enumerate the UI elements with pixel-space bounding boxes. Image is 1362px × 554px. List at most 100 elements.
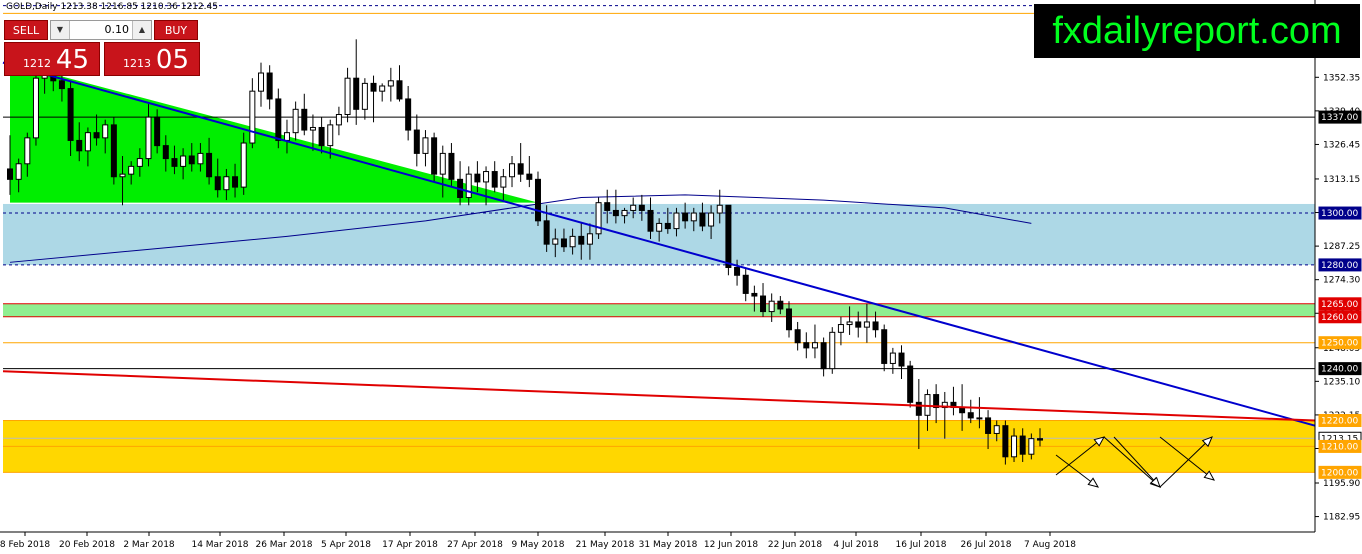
candle <box>760 283 767 317</box>
candle <box>889 347 896 374</box>
x-tick-label: 12 Jun 2018 <box>704 540 758 550</box>
candle <box>370 75 377 123</box>
candle-body-up <box>102 124 109 139</box>
candle-body-down <box>578 235 585 245</box>
candle <box>431 132 438 182</box>
candle-body-up <box>439 152 446 175</box>
x-tick-label: 21 May 2018 <box>576 540 635 550</box>
candle-body-up <box>292 108 299 134</box>
candle-body-down <box>760 295 767 313</box>
x-tick-label: 9 May 2018 <box>512 540 565 550</box>
candle-body-down <box>1019 435 1026 455</box>
candle-body-down <box>794 329 801 344</box>
x-tick-label: 2 Mar 2018 <box>123 540 175 550</box>
candle-body-up <box>656 222 663 232</box>
candle-body-down <box>162 145 169 160</box>
candle-body-down <box>1037 438 1043 441</box>
candle-body-down <box>777 300 784 310</box>
triangle-up-icon[interactable]: ▲ <box>132 21 151 39</box>
ask-price-prefix: 1213 <box>123 57 151 70</box>
candle <box>405 85 412 141</box>
price-tag-label: 1220.00 <box>1321 416 1358 426</box>
candle <box>353 39 360 125</box>
candle-body-down <box>266 72 273 100</box>
candle-body-down <box>881 329 888 364</box>
candle-body-down <box>318 126 325 147</box>
lot-size-field[interactable]: ▼ 0.10 ▲ <box>50 20 152 40</box>
price-tag-label: 1300.00 <box>1321 209 1358 219</box>
price-tag-label: 1337.00 <box>1321 113 1358 123</box>
candle-body-down <box>76 139 83 152</box>
candle-body-down <box>872 321 879 331</box>
candle-body-up <box>595 202 602 235</box>
candle-body-down <box>275 98 282 141</box>
candle-body-down <box>638 204 645 211</box>
x-tick-label: 26 Mar 2018 <box>255 540 312 550</box>
candle-body-down <box>214 176 221 191</box>
lot-size-value[interactable]: 0.10 <box>105 21 130 39</box>
candle-body-down <box>491 171 498 188</box>
candle-body-up <box>379 85 386 92</box>
candle-body-up <box>136 158 143 167</box>
triangle-down-icon[interactable]: ▼ <box>51 21 70 39</box>
bid-price-pips: 45 <box>55 45 89 75</box>
candle <box>950 386 957 416</box>
arrow-head-icon <box>1087 477 1100 488</box>
candle <box>509 155 516 188</box>
candle-body-down <box>206 152 213 178</box>
candle-body-down <box>560 238 567 248</box>
candle <box>258 62 265 107</box>
candle-body-down <box>232 176 239 188</box>
candle-body-up <box>465 173 472 198</box>
candle-body-up <box>569 235 576 248</box>
candle-body-down <box>448 152 455 180</box>
candle-body-down <box>907 365 914 403</box>
candle-body-up <box>32 77 39 139</box>
x-tick-label: 26 Jul 2018 <box>961 540 1012 550</box>
candle-body-up <box>630 204 637 211</box>
candle-body-down <box>474 173 481 183</box>
candle <box>422 130 429 167</box>
candle-body-down <box>58 80 65 90</box>
price-tag-label: 1240.00 <box>1321 365 1358 375</box>
candle-body-down <box>742 274 749 294</box>
candle-body-down <box>985 417 992 434</box>
candle-body-up <box>829 331 836 370</box>
candle-body-up <box>621 209 628 217</box>
candle-body-up <box>1011 435 1018 458</box>
candle <box>361 78 368 120</box>
buy-button[interactable]: BUY <box>154 20 198 40</box>
candle <box>526 155 533 188</box>
candle-body-up <box>335 114 342 126</box>
x-tick-label: 27 Apr 2018 <box>447 540 503 550</box>
y-tick-label: 1326.45 <box>1323 140 1360 150</box>
ask-price-button[interactable]: 1213 05 <box>104 42 200 76</box>
candle-body-up <box>673 212 680 230</box>
candle-body-down <box>396 80 403 100</box>
candle-body-up <box>361 82 368 110</box>
candle-body-up <box>976 417 983 420</box>
candle-body-up <box>197 152 204 165</box>
candle-body-up <box>223 176 230 191</box>
candle <box>344 67 351 123</box>
candle <box>379 83 386 102</box>
candle-body-up <box>84 132 91 152</box>
candle-body-up <box>258 72 265 92</box>
candle-body-up <box>716 204 723 214</box>
sell-button[interactable]: SELL <box>4 20 48 40</box>
y-tick-label: 1182.95 <box>1323 513 1360 523</box>
candle <box>335 106 342 136</box>
candle-body-up <box>309 126 316 131</box>
price-tag-label: 1280.00 <box>1321 261 1358 271</box>
candle-body-down <box>517 163 524 175</box>
candle-body-down <box>699 212 706 227</box>
candle-body-down <box>370 82 377 92</box>
x-tick-label: 20 Feb 2018 <box>59 540 115 550</box>
candle-body-down <box>803 342 810 349</box>
fxdailyreport-logo: fxdailyreport.com <box>1034 4 1360 58</box>
x-tick-label: 5 Apr 2018 <box>321 540 371 550</box>
candle-body-down <box>751 292 758 297</box>
x-tick-label: 14 Mar 2018 <box>191 540 248 550</box>
candle-body-down <box>405 98 412 131</box>
bid-price-button[interactable]: 1212 45 <box>4 42 100 76</box>
